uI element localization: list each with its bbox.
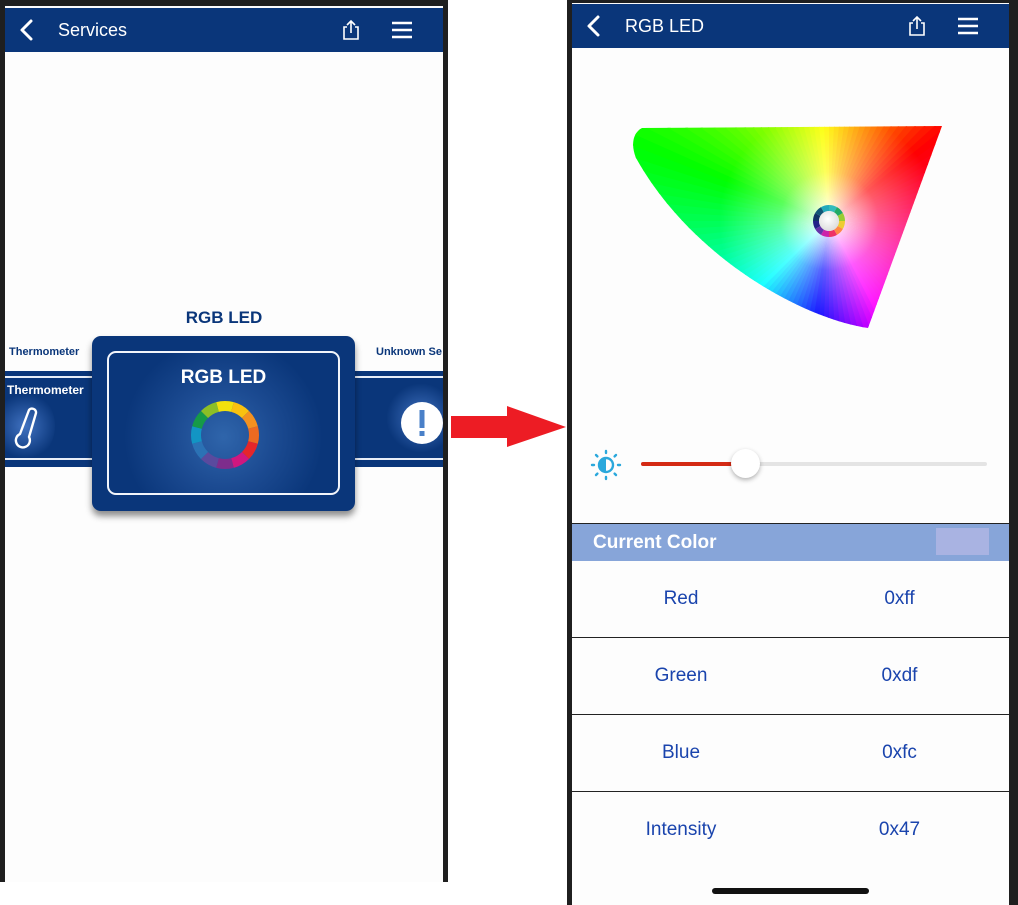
carousel-item-rgb-led[interactable]: RGB LED: [92, 336, 355, 511]
channel-label: Intensity: [645, 819, 717, 840]
color-ring-segment: [191, 426, 202, 444]
carousel-item-label: Unknown Se: [376, 346, 443, 358]
channel-value: 0xdf: [881, 665, 918, 686]
handle-center: [819, 211, 839, 231]
channel-label: Green: [654, 665, 708, 686]
carousel-item-thermometer[interactable]: Thermometer: [5, 371, 92, 467]
table-row: Intensity 0x47: [572, 792, 1009, 867]
chevron-left-icon[interactable]: [582, 13, 608, 39]
color-ring-segment: [216, 458, 234, 469]
services-screen: Services RGB LED Thermometer Unknown Se …: [0, 0, 448, 882]
color-ring-segment: [216, 401, 234, 412]
table-row: Red 0xff: [572, 561, 1009, 638]
channel-value: 0xfc: [882, 742, 917, 763]
current-color-swatch: [936, 528, 989, 555]
brightness-icon: [590, 449, 622, 481]
page-title: RGB LED: [625, 16, 705, 36]
brightness-row: [572, 443, 1009, 483]
channel-label: Red: [663, 588, 699, 609]
current-color-title: Current Color: [593, 532, 717, 553]
rgb-led-screen: RGB LED Current Color Red 0xff Green 0xd…: [567, 0, 1018, 905]
card-title: RGB LED: [180, 367, 267, 388]
color-ring-segment: [248, 426, 259, 444]
exclamation-icon: [401, 402, 443, 444]
color-gamut-picker[interactable]: [572, 118, 1009, 338]
home-area: [572, 867, 1009, 905]
navbar: RGB LED: [572, 4, 1009, 48]
channel-label: Blue: [661, 742, 701, 763]
table-row: Green 0xdf: [572, 638, 1009, 715]
navbar: Services: [5, 8, 443, 52]
card-frame: RGB LED: [107, 351, 340, 495]
brightness-slider-fill: [641, 462, 745, 466]
carousel-item-unknown[interactable]: [356, 371, 443, 467]
brightness-slider-thumb[interactable]: [730, 449, 760, 478]
hamburger-menu-icon[interactable]: [957, 17, 979, 35]
brightness-slider[interactable]: [641, 449, 987, 478]
carousel-item-label: Thermometer: [9, 346, 80, 358]
hamburger-menu-icon[interactable]: [391, 21, 413, 39]
thermometer-icon: [14, 407, 38, 449]
page-title: Services: [58, 20, 128, 40]
share-icon[interactable]: [341, 19, 361, 41]
arrow-right-icon: [451, 406, 566, 447]
carousel-selected-label: RGB LED: [185, 308, 263, 327]
home-indicator[interactable]: [712, 888, 869, 894]
color-wheel-icon: [191, 401, 259, 469]
services-screen-content: Services RGB LED Thermometer Unknown Se …: [5, 6, 443, 882]
rgb-led-screen-content: RGB LED Current Color Red 0xff Green 0xd…: [572, 3, 1009, 905]
channel-value: 0xff: [884, 588, 915, 609]
channel-value: 0x47: [878, 819, 921, 840]
share-icon[interactable]: [907, 15, 927, 37]
chevron-left-icon[interactable]: [15, 17, 41, 43]
color-picker-handle[interactable]: [813, 205, 845, 237]
current-color-header: Current Color: [572, 523, 1009, 562]
table-row: Blue 0xfc: [572, 715, 1009, 792]
white-point-blend: [633, 126, 942, 328]
